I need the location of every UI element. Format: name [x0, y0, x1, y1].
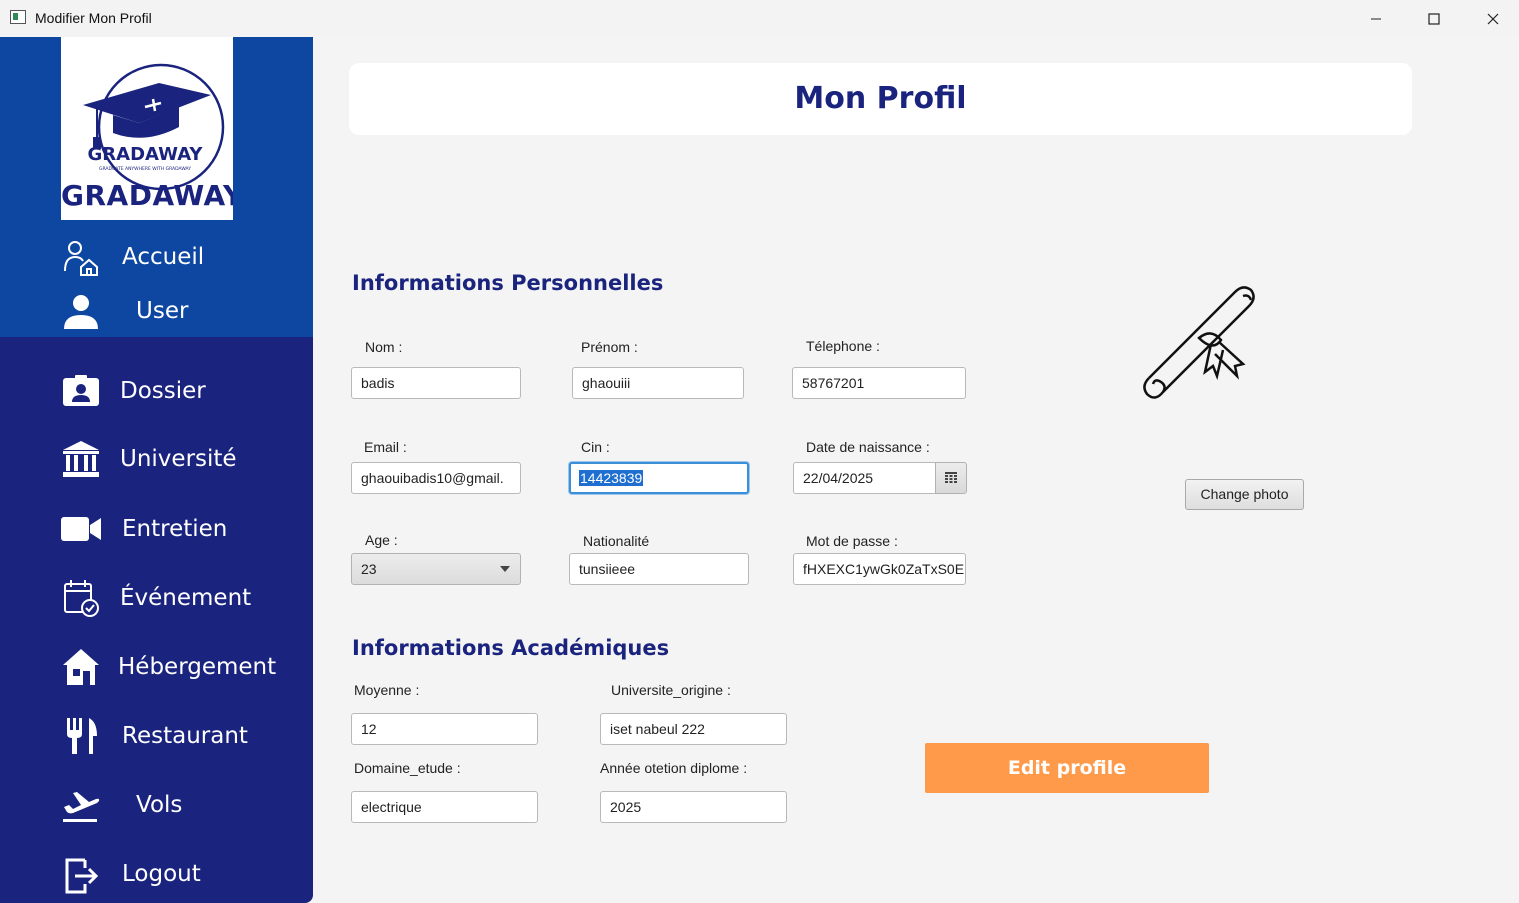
logo-tagline: GRADUATE ANYWHERE WITH GRADAWAY	[99, 166, 191, 172]
mot-de-passe-field[interactable]: fHXEXC1ywGk0ZaTxS0E	[793, 553, 966, 585]
chevron-down-icon	[500, 566, 510, 572]
nationalite-field[interactable]: tunsiieee	[569, 553, 749, 585]
moyenne-label: Moyenne :	[354, 682, 420, 698]
age-label: Age :	[365, 532, 398, 548]
sidebar-item-label: Logout	[122, 861, 201, 887]
annee-diplome-label: Année otetion diplome :	[600, 760, 748, 776]
calendar-icon	[945, 472, 957, 483]
video-camera-icon	[60, 508, 102, 550]
close-button[interactable]	[1463, 0, 1519, 37]
universite-origine-label: Universite_origine :	[611, 682, 731, 698]
logout-icon	[60, 853, 102, 895]
house-icon	[60, 646, 102, 688]
domaine-etude-label: Domaine_etude :	[354, 760, 461, 776]
minimize-button[interactable]	[1346, 0, 1406, 37]
age-select[interactable]: 23	[351, 553, 521, 585]
sidebar-item-accueil[interactable]: Accueil	[0, 232, 313, 282]
sidebar-item-label: Accueil	[122, 244, 205, 270]
logo-inner-text: GRADAWAY	[88, 144, 204, 165]
date-naissance-field[interactable]: 22/04/2025	[793, 462, 936, 494]
close-icon	[1487, 13, 1499, 24]
universite-origine-field[interactable]: iset nabeul 222	[600, 713, 787, 745]
calendar-check-icon	[60, 577, 102, 619]
sidebar-item-label: Événement	[120, 585, 252, 611]
maximize-icon	[1428, 12, 1440, 25]
sidebar-item-user[interactable]: User	[0, 286, 313, 336]
sidebar-item-restaurant[interactable]: Restaurant	[0, 711, 313, 761]
section-title-personnel: Informations Personnelles	[352, 271, 664, 295]
telephone-label: Télephone :	[806, 338, 880, 354]
edit-profile-button[interactable]: Edit profile	[925, 743, 1209, 793]
sidebar: GRADAWAY GRADUATE ANYWHERE WITH GRADAWAY…	[0, 37, 313, 903]
sidebar-item-label: Dossier	[120, 378, 206, 404]
sidebar-item-hebergement[interactable]: Hébergement	[0, 642, 313, 692]
sidebar-item-label: Université	[120, 446, 237, 472]
sidebar-item-label: Entretien	[122, 516, 228, 542]
nom-field[interactable]: badis	[351, 367, 521, 399]
nom-label: Nom :	[365, 339, 403, 355]
sidebar-item-vols[interactable]: Vols	[0, 780, 313, 830]
sidebar-item-entretien[interactable]: Entretien	[0, 504, 313, 554]
sidebar-item-evenement[interactable]: Événement	[0, 573, 313, 623]
domaine-etude-field[interactable]: electrique	[351, 791, 538, 823]
change-photo-button[interactable]: Change photo	[1185, 479, 1304, 510]
user-icon	[60, 290, 102, 332]
logo: GRADAWAY GRADUATE ANYWHERE WITH GRADAWAY…	[61, 37, 233, 220]
home-user-icon	[60, 236, 102, 278]
id-card-icon	[60, 370, 102, 412]
email-label: Email :	[364, 439, 407, 455]
app-icon	[10, 10, 26, 24]
page-title: Mon Profil	[794, 81, 967, 116]
diploma-scroll-icon	[1143, 286, 1255, 399]
prenom-field[interactable]: ghaouiii	[572, 367, 744, 399]
sidebar-item-logout[interactable]: Logout	[0, 849, 313, 899]
moyenne-field[interactable]: 12	[351, 713, 538, 745]
sidebar-item-label: Restaurant	[122, 723, 248, 749]
window-title: Modifier Mon Profil	[35, 10, 152, 26]
university-icon	[60, 438, 102, 480]
prenom-label: Prénom :	[581, 339, 638, 355]
telephone-field[interactable]: 58767201	[792, 367, 966, 399]
age-select-value: 23	[361, 561, 377, 577]
window-titlebar: Modifier Mon Profil	[0, 0, 1519, 37]
maximize-button[interactable]	[1404, 0, 1464, 37]
cin-label: Cin :	[581, 439, 610, 455]
logo-text: GRADAWAY	[61, 179, 233, 212]
email-field[interactable]: ghaouibadis10@gmail.	[351, 462, 521, 494]
mot-de-passe-label: Mot de passe :	[806, 533, 898, 549]
sidebar-item-universite[interactable]: Université	[0, 434, 313, 484]
sidebar-item-label: Hébergement	[118, 654, 277, 680]
sidebar-item-label: Vols	[136, 792, 183, 818]
sidebar-item-dossier[interactable]: Dossier	[0, 366, 313, 416]
fork-knife-icon	[60, 715, 102, 757]
annee-diplome-field[interactable]: 2025	[600, 791, 787, 823]
main-content: Mon Profil Informations Personnelles Nom…	[313, 37, 1519, 903]
sidebar-item-label: User	[136, 298, 189, 324]
date-picker-button[interactable]	[935, 462, 967, 494]
page-header: Mon Profil	[349, 63, 1412, 135]
cin-selected-text: 14423839	[579, 470, 644, 486]
section-title-academique: Informations Académiques	[352, 636, 670, 660]
plane-departure-icon	[60, 784, 102, 826]
date-naissance-label: Date de naissance :	[806, 439, 930, 455]
minimize-icon	[1371, 18, 1381, 19]
cin-field[interactable]: 14423839	[569, 462, 749, 494]
nationalite-label: Nationalité	[583, 533, 650, 549]
